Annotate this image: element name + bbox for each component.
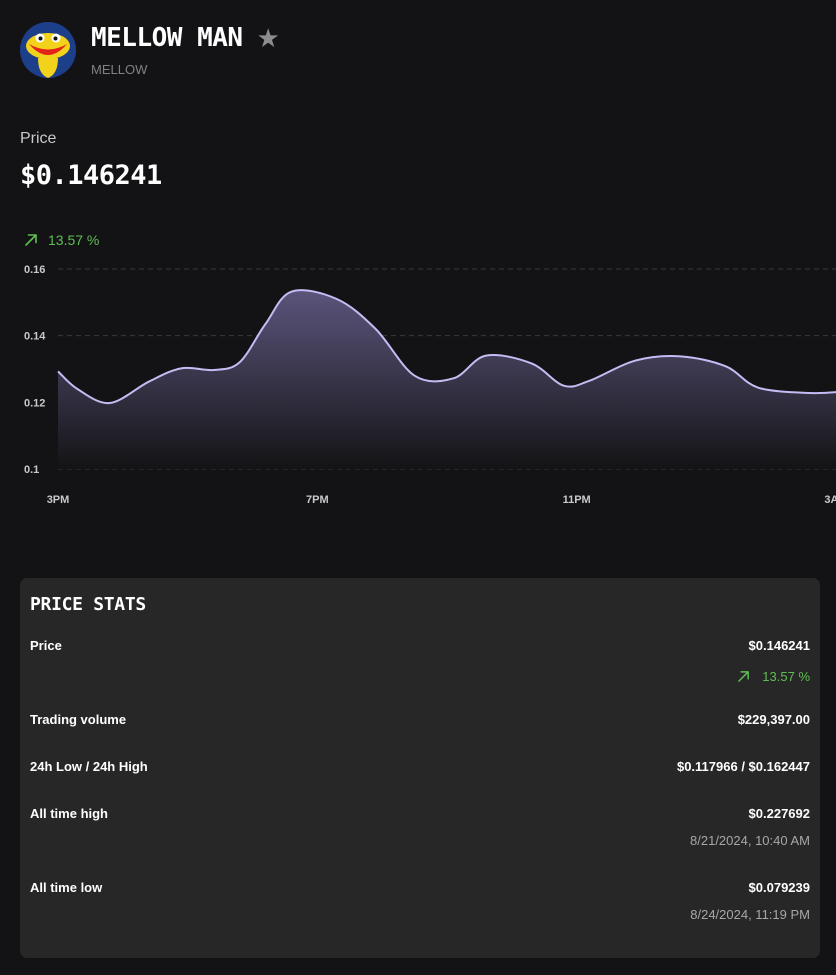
stat-volume-value: $229,397.00	[737, 712, 810, 727]
price-change-value: 13.57 %	[48, 232, 100, 248]
arrow-up-right-icon	[738, 671, 750, 682]
stat-atl-label: All time low	[30, 880, 103, 895]
stat-price-label: Price	[30, 638, 62, 653]
stat-price-value: $0.146241	[748, 638, 810, 653]
stat-atl-date: 8/24/2024, 11:19 PM	[690, 907, 810, 922]
token-header: MELLOW MAN ★ MELLOW	[20, 22, 280, 78]
stat-ath-date: 8/21/2024, 10:40 AM	[690, 833, 810, 848]
price-value: $0.146241	[20, 160, 162, 191]
chart-x-tick-label: 3PM	[47, 494, 70, 506]
chart-x-tick-label: 11PM	[563, 494, 591, 506]
chart-x-tick-label: 7PM	[306, 494, 329, 506]
stat-ath-label: All time high	[30, 806, 108, 821]
chart-y-tick-label: 0.12	[24, 397, 45, 409]
stat-range-value: $0.117966 / $0.162447	[676, 759, 810, 774]
stat-price-change-value: 13.57 %	[762, 669, 810, 684]
stat-price-change: 13.57 %	[737, 669, 810, 684]
token-title-block: MELLOW MAN ★ MELLOW	[91, 23, 280, 77]
chart-y-tick-label: 0.1	[24, 464, 39, 476]
chart-y-tick-label: 0.16	[24, 264, 45, 276]
mellow-man-logo-icon	[20, 22, 76, 78]
price-change: 13.57 %	[24, 232, 99, 248]
chart-x-tick-label: 3AM	[824, 494, 836, 506]
token-name: MELLOW MAN	[91, 23, 243, 53]
token-avatar	[20, 22, 76, 78]
stat-range-label: 24h Low / 24h High	[30, 759, 148, 774]
arrow-up-right-icon	[25, 234, 37, 246]
token-symbol: MELLOW	[91, 62, 148, 77]
token-title-row: MELLOW MAN ★	[91, 23, 280, 53]
chart-y-tick-label: 0.14	[24, 331, 46, 343]
stat-ath-value: $0.227692	[748, 806, 810, 821]
stat-volume-label: Trading volume	[30, 712, 127, 727]
price-chart[interactable]: 0.16 0.14 0.12 0.1 3PM 7PM 11PM 3AM	[0, 255, 836, 515]
price-stats-title: PRICE STATS	[30, 594, 146, 615]
price-label: Price	[20, 130, 57, 147]
star-icon[interactable]: ★	[257, 25, 280, 51]
price-stats-card: PRICE STATS Price $0.146241 13.57 % Trad…	[20, 578, 820, 958]
stat-atl-value: $0.079239	[748, 880, 810, 895]
